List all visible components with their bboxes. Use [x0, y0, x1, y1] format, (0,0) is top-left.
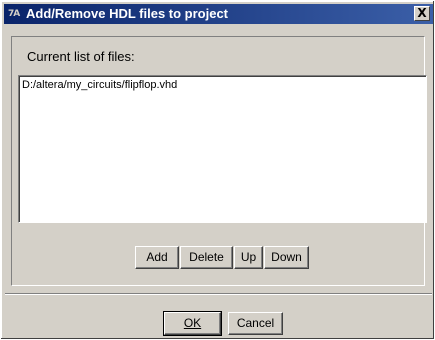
- separator: [5, 293, 432, 295]
- dialog-title: Add/Remove HDL files to project: [26, 6, 229, 21]
- add-button[interactable]: Add: [135, 246, 179, 269]
- cancel-button[interactable]: Cancel: [228, 312, 283, 335]
- delete-button[interactable]: Delete: [180, 246, 233, 269]
- title-bar[interactable]: 7A Add/Remove HDL files to project X: [4, 4, 433, 24]
- ok-button[interactable]: OK: [163, 311, 222, 336]
- add-remove-hdl-dialog: 7A Add/Remove HDL files to project X Cur…: [0, 0, 435, 340]
- down-button[interactable]: Down: [264, 246, 309, 269]
- file-listbox[interactable]: D:/altera/my_circuits/flipflop.vhd: [18, 75, 427, 223]
- file-list-label: Current list of files:: [27, 49, 135, 64]
- up-button[interactable]: Up: [234, 246, 263, 269]
- list-item[interactable]: D:/altera/my_circuits/flipflop.vhd: [22, 79, 177, 91]
- close-button[interactable]: X: [414, 6, 430, 21]
- app-icon: 7A: [8, 9, 20, 19]
